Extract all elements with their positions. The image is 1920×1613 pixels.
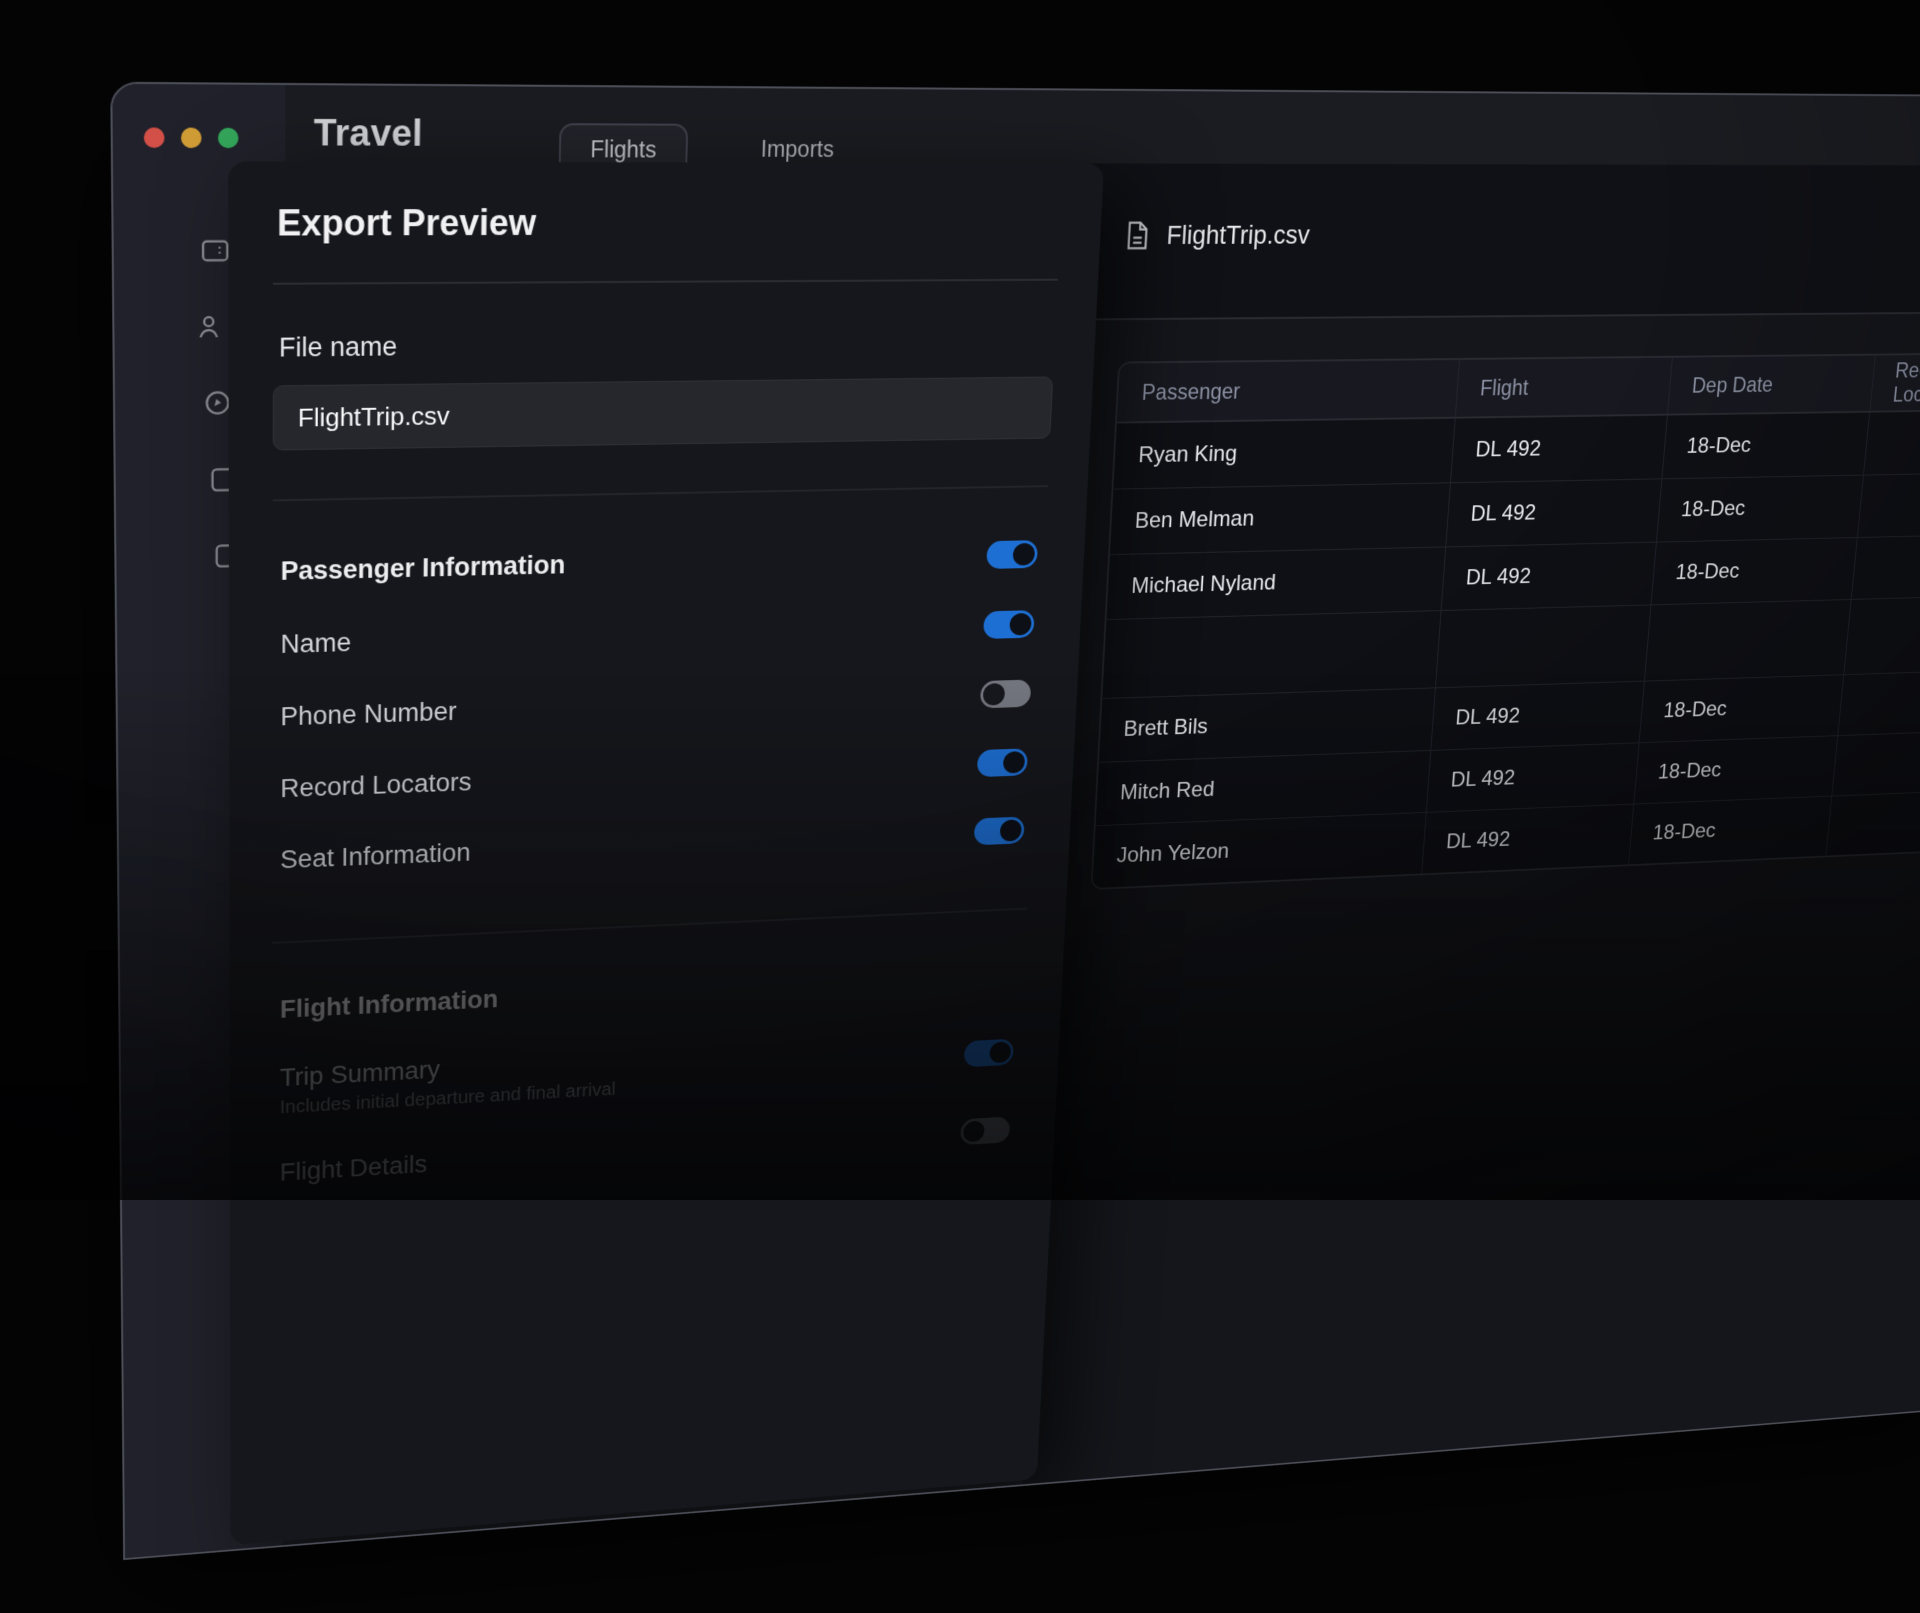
flight-details-toggle[interactable] xyxy=(960,1116,1010,1145)
option-label: Name xyxy=(280,628,351,660)
cell-flight: DL 492 xyxy=(1446,479,1662,546)
cell-flight: DL 492 xyxy=(1427,743,1640,812)
cell-flight: DL 492 xyxy=(1422,804,1634,873)
option-label: Seat Information xyxy=(280,838,471,874)
cell-flight: DL 492 xyxy=(1442,543,1657,611)
option-label: Passenger Information xyxy=(281,550,566,586)
divider xyxy=(273,485,1048,501)
close-button[interactable] xyxy=(144,127,165,148)
file-preview-header: FlightTrip.csv xyxy=(1081,163,1920,320)
record-locators-toggle[interactable] xyxy=(977,748,1028,777)
cell-record-locator xyxy=(1858,473,1920,537)
cell-passenger: Ben Melman xyxy=(1110,483,1451,554)
tilted-scene: Travel Flights Imports FlightTrip.csv Pa… xyxy=(0,0,1920,1613)
cell-record-locator xyxy=(1864,411,1920,475)
file-preview-body: Passenger Flight Dep Date Record Locator… xyxy=(1022,313,1920,1485)
file-name-input[interactable] xyxy=(273,376,1053,450)
column-header-dep-date: Dep Date xyxy=(1668,355,1876,415)
cell-dep-date: 18-Dec xyxy=(1662,413,1870,479)
cell-dep-date xyxy=(1645,600,1852,681)
boarding-pass-icon[interactable] xyxy=(200,236,231,266)
cell-record-locator xyxy=(1832,731,1920,796)
option-label: Flight Details xyxy=(280,1150,428,1186)
cell-passenger: John Yelzon xyxy=(1092,813,1426,888)
cell-record-locator xyxy=(1826,791,1920,856)
travelers-icon[interactable] xyxy=(196,312,227,342)
cell-dep-date: 18-Dec xyxy=(1657,476,1864,542)
app-window: Travel Flights Imports FlightTrip.csv Pa… xyxy=(110,82,1920,1560)
divider xyxy=(272,908,1027,944)
export-preview-modal: Export Preview File name Passenger Infor… xyxy=(228,161,1104,1545)
divider xyxy=(273,279,1058,285)
trip-summary-toggle[interactable] xyxy=(964,1039,1014,1068)
cell-passenger: Brett Bils xyxy=(1099,688,1436,762)
cell-dep-date: 18-Dec xyxy=(1629,796,1832,864)
cell-dep-date: 18-Dec xyxy=(1651,538,1857,604)
file-icon xyxy=(1124,219,1151,252)
passenger-information-toggle[interactable] xyxy=(986,540,1038,569)
seat-information-toggle[interactable] xyxy=(974,817,1025,846)
cell-dep-date: 18-Dec xyxy=(1634,736,1838,804)
column-header-record-locator: Record Locator xyxy=(1870,354,1920,413)
preview-file-name: FlightTrip.csv xyxy=(1166,220,1311,250)
window-controls xyxy=(144,127,239,148)
passenger-options: Passenger Information Name Phone Number … xyxy=(272,519,1046,896)
cell-flight xyxy=(1436,605,1652,687)
cell-flight: DL 492 xyxy=(1431,682,1645,750)
column-header-flight: Flight xyxy=(1456,358,1673,419)
cell-flight: DL 492 xyxy=(1451,416,1668,483)
csv-preview-table: Passenger Flight Dep Date Record Locator… xyxy=(1090,352,1920,890)
name-toggle[interactable] xyxy=(983,610,1035,639)
cell-record-locator xyxy=(1844,596,1920,674)
option-label: Record Locators xyxy=(280,767,472,803)
cell-record-locator xyxy=(1852,535,1920,599)
option-label: Phone Number xyxy=(280,697,457,732)
file-name-label: File name xyxy=(279,326,1056,363)
page-title: Travel xyxy=(314,112,423,155)
cell-passenger: Michael Nyland xyxy=(1107,547,1447,619)
file-preview-panel: FlightTrip.csv Passenger Flight Dep Date… xyxy=(1022,163,1920,1484)
minimize-button[interactable] xyxy=(181,128,202,149)
zoom-button[interactable] xyxy=(218,128,239,149)
cell-passenger: Ryan King xyxy=(1113,419,1455,489)
cell-record-locator xyxy=(1838,671,1920,736)
phone-number-toggle[interactable] xyxy=(980,680,1031,709)
column-header-passenger: Passenger xyxy=(1117,360,1460,424)
option-label: Flight Information xyxy=(280,985,498,1024)
modal-title: Export Preview xyxy=(277,202,1062,245)
tab-imports[interactable]: Imports xyxy=(760,136,834,163)
cell-passenger xyxy=(1102,611,1441,698)
cell-dep-date: 18-Dec xyxy=(1640,675,1845,742)
flight-options: Flight Information Trip Summary Includes… xyxy=(272,939,1026,1207)
